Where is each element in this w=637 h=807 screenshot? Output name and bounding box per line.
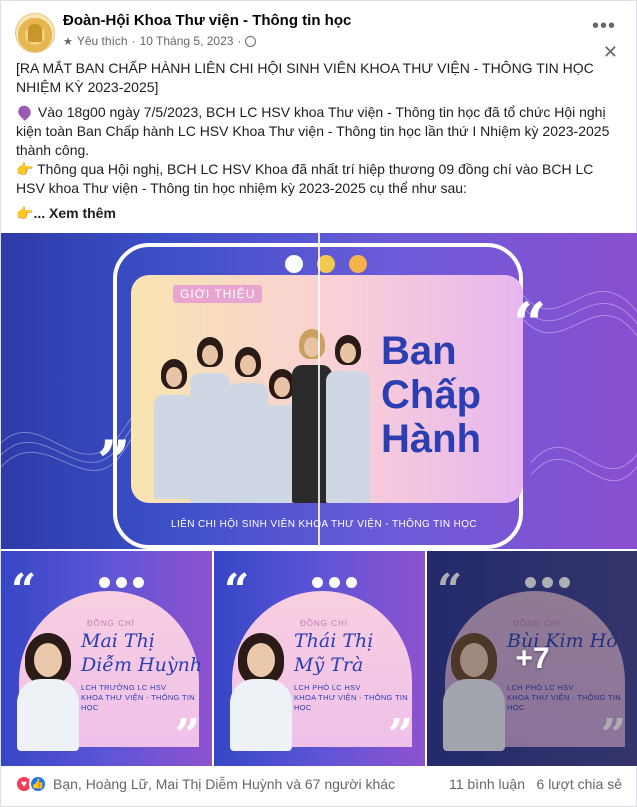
more-options-icon[interactable]: ••• <box>592 15 616 38</box>
shares-count[interactable]: 6 lượt chia sẻ <box>537 776 622 792</box>
like-reaction-icon: 👍 <box>29 775 47 793</box>
page-avatar[interactable] <box>15 13 55 53</box>
pointing-hand-icon: 👉 <box>16 161 34 177</box>
thumbnail-grid: “ ĐỒNG CHÍ Mai Thị Diễm Huỳnh LCH TRƯỞNG … <box>1 551 637 766</box>
main-footer-text: LIÊN CHI HỘI SINH VIÊN KHOA THƯ VIỆN - T… <box>171 519 478 530</box>
post-date-link[interactable]: 10 Tháng 5, 2023 <box>140 34 234 48</box>
page-name-link[interactable]: Đoàn-Hội Khoa Thư viện - Thông tin học <box>63 12 351 29</box>
main-photo[interactable]: GIỚI THIỆU Ban Chấp Hành “ ” LIÊN CHI HỘ… <box>1 233 637 549</box>
quote-mark-icon: “ <box>513 290 547 358</box>
post-card: Đoàn-Hội Khoa Thư viện - Thông tin học ★… <box>0 0 637 807</box>
paragraph-text: Vào 18g00 ngày 7/5/2023, BCH LC HSV khoa… <box>16 104 610 158</box>
purple-heart-icon <box>15 103 34 121</box>
logo-row <box>99 577 144 588</box>
youth-union-logo-icon <box>285 255 303 273</box>
quote-mark-icon: “ <box>224 565 250 616</box>
favorite-label: Yêu thích <box>76 34 128 48</box>
quote-mark-icon: “ <box>11 565 37 616</box>
logo-icon <box>99 577 110 588</box>
main-title: Ban Chấp Hành <box>381 329 481 461</box>
member-role: LCH TRƯỞNG LC HSV KHOA THƯ VIỆN - THÔNG T… <box>81 683 195 712</box>
reactions-bar: ♥ 👍 Bạn, Hoàng Lữ, Mai Thị Diễm Huỳnh và… <box>1 766 637 806</box>
group-photo <box>146 329 374 503</box>
post-body: [RA MẮT BAN CHẤP HÀNH LIÊN CHI HỘI SINH … <box>15 59 616 229</box>
logo-icon <box>116 577 127 588</box>
logo-icon <box>346 577 357 588</box>
globe-icon <box>245 35 257 47</box>
faculty-logo-icon <box>349 255 367 273</box>
meta-separator: · <box>131 34 136 48</box>
paragraph-text: Thông qua Hội nghị, BCH LC HSV Khoa đã n… <box>16 161 594 196</box>
logo-icon <box>133 577 144 588</box>
intro-badge: GIỚI THIỆU <box>173 285 263 303</box>
logo-row <box>312 577 357 588</box>
member-portrait <box>17 633 79 751</box>
logo-icon <box>329 577 340 588</box>
logo-icon <box>312 577 323 588</box>
title-line: Chấp <box>381 373 481 417</box>
pointing-hand-icon: 👉 <box>16 205 34 221</box>
reactions-summary[interactable]: Bạn, Hoàng Lữ, Mai Thị Diễm Huỳnh và 67 … <box>53 776 395 792</box>
quote-mark-icon: ” <box>387 710 413 761</box>
post-meta: ★ Yêu thích · 10 Tháng 5, 2023 · <box>63 34 257 48</box>
member-name: Mai Thị Diễm Huỳnh <box>81 630 203 676</box>
thumbnail-photo[interactable]: “ ĐỒNG CHÍ Bùi Kim Hồ LCH PHÓ LC HSV KHOA… <box>427 551 637 766</box>
thumb-label: ĐỒNG CHÍ <box>300 619 348 628</box>
member-figure <box>326 335 370 503</box>
thumbnail-photo[interactable]: “ ĐỒNG CHÍ Thái Thị Mỹ Trà LCH PHÓ LC HSV… <box>214 551 425 766</box>
thumb-label: ĐỒNG CHÍ <box>87 619 135 628</box>
quote-mark-icon: ” <box>174 710 200 761</box>
divider-line <box>318 233 320 549</box>
member-name: Thái Thị Mỹ Trà <box>294 630 374 676</box>
meta-separator: · <box>237 34 242 48</box>
post-title-line: [RA MẮT BAN CHẤP HÀNH LIÊN CHI HỘI SINH … <box>16 60 594 95</box>
more-photos-count[interactable]: +7 <box>427 551 637 766</box>
comments-count[interactable]: 11 bình luận <box>449 776 525 792</box>
title-line: Hành <box>381 417 481 461</box>
reaction-icons[interactable]: ♥ 👍 <box>15 775 47 793</box>
title-line: Ban <box>381 329 457 373</box>
thumbnail-photo[interactable]: “ ĐỒNG CHÍ Mai Thị Diễm Huỳnh LCH TRƯỞNG … <box>1 551 212 766</box>
see-more-link[interactable]: ... Xem thêm <box>33 205 115 221</box>
member-portrait <box>230 633 292 751</box>
member-figure <box>154 359 194 499</box>
quote-mark-icon: ” <box>97 428 131 496</box>
star-icon: ★ <box>63 35 73 48</box>
see-more-row: 👉... Xem thêm <box>16 204 616 223</box>
member-role: LCH PHÓ LC HSV KHOA THƯ VIỆN - THÔNG TIN … <box>294 683 408 712</box>
post-paragraph: Vào 18g00 ngày 7/5/2023, BCH LC HSV khoa… <box>15 103 616 198</box>
member-figure <box>190 337 230 503</box>
